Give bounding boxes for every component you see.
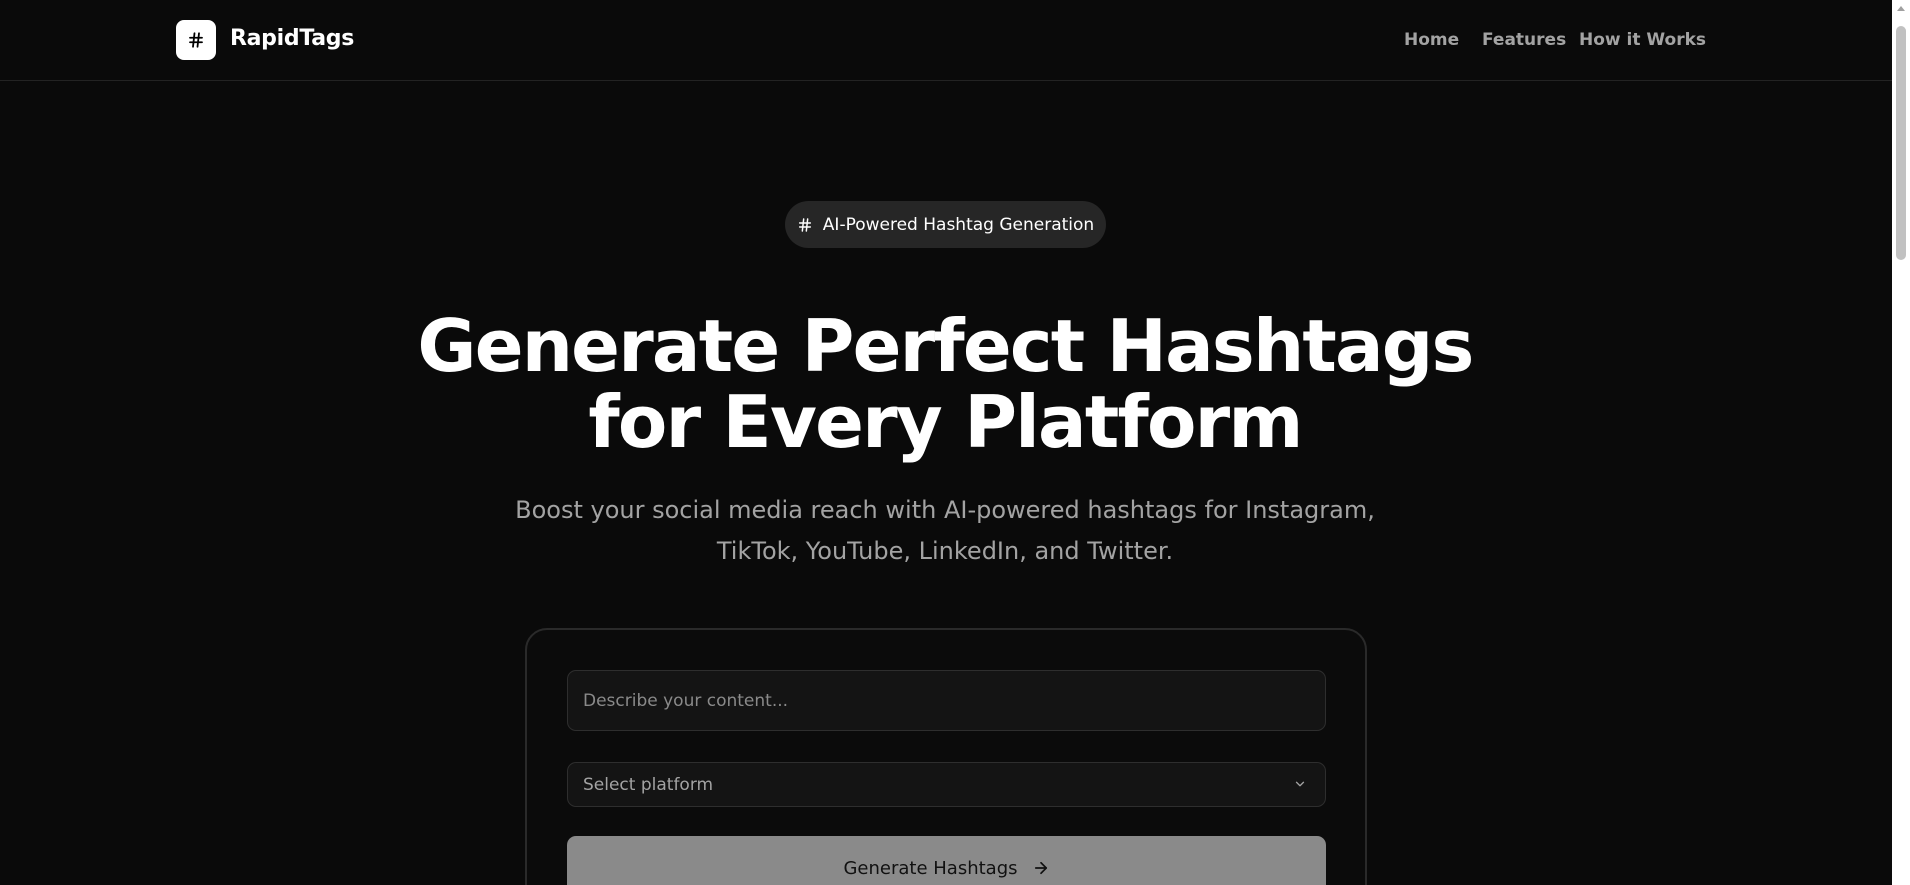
- nav-link-home[interactable]: Home: [1404, 30, 1459, 50]
- page-scrollbar[interactable]: [1892, 0, 1910, 885]
- nav-link-features[interactable]: Features: [1482, 30, 1566, 50]
- platform-select-value: Select platform: [583, 774, 714, 795]
- generate-button-label: Generate Hashtags: [843, 858, 1018, 879]
- content-description-input[interactable]: Describe your content...: [567, 670, 1326, 731]
- brand-name[interactable]: RapidTags: [230, 26, 354, 51]
- generator-card: Describe your content... Select platform…: [525, 628, 1367, 885]
- generate-hashtags-button[interactable]: Generate Hashtags: [567, 836, 1326, 885]
- hero-title-line-1: Generate Perfect Hashtags: [417, 304, 1474, 388]
- page: RapidTags Home Features How it Works AI-…: [0, 0, 1910, 885]
- hero-subtitle: Boost your social media reach with AI-po…: [500, 490, 1390, 572]
- hash-icon: [798, 217, 811, 232]
- platform-select[interactable]: Select platform: [567, 762, 1326, 807]
- badge-label: AI-Powered Hashtag Generation: [822, 214, 1095, 235]
- content-input-placeholder: Describe your content...: [583, 690, 789, 711]
- hash-icon: [189, 32, 203, 48]
- chevron-down-icon: [1295, 781, 1305, 787]
- arrow-right-icon: [1034, 861, 1047, 875]
- scroll-up-arrow-icon[interactable]: [1897, 6, 1905, 11]
- site-header: RapidTags Home Features How it Works: [0, 0, 1892, 81]
- scrollbar-thumb[interactable]: [1896, 26, 1906, 260]
- logo[interactable]: [176, 20, 216, 60]
- nav-link-how-it-works[interactable]: How it Works: [1579, 30, 1706, 50]
- hero-subtitle-line-2: TikTok, YouTube, LinkedIn, and Twitter.: [716, 537, 1174, 565]
- hero-subtitle-line-1: Boost your social media reach with AI-po…: [515, 496, 1375, 524]
- hero-title-line-2: for Every Platform: [588, 380, 1303, 464]
- hero-badge: AI-Powered Hashtag Generation: [785, 201, 1106, 248]
- hero-title: Generate Perfect Hashtags for Every Plat…: [380, 308, 1510, 460]
